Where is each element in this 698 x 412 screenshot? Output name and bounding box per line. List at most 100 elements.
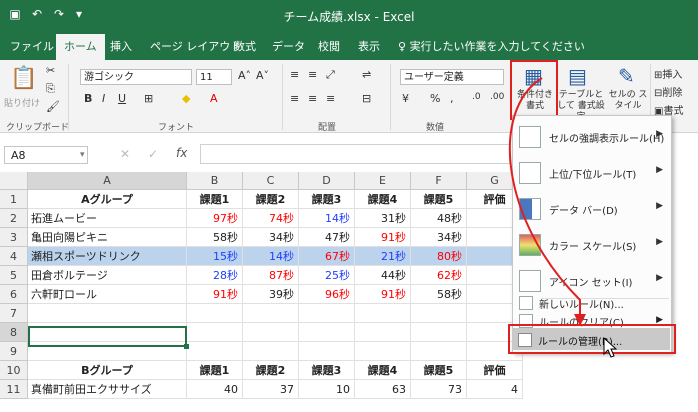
table-cell[interactable]: 37 xyxy=(243,380,299,399)
orientation-icon[interactable]: ⤢ xyxy=(326,68,335,82)
table-cell[interactable] xyxy=(355,342,411,361)
cell-styles-button[interactable]: セルの スタイル xyxy=(608,90,648,112)
table-cell[interactable]: 31秒 xyxy=(355,209,411,228)
italic-icon[interactable]: I xyxy=(102,92,105,105)
table-cell[interactable]: 67秒 xyxy=(299,247,355,266)
table-cell[interactable]: 田倉ボルテージ xyxy=(28,266,187,285)
insert-cells-button[interactable]: ⊞挿入 xyxy=(654,66,682,81)
table-cell[interactable]: 34秒 xyxy=(243,228,299,247)
table-cell[interactable] xyxy=(187,304,243,323)
align-left-icon[interactable]: ≡ xyxy=(290,92,299,105)
bold-icon[interactable]: B xyxy=(84,92,92,105)
table-cell[interactable]: 課題1 xyxy=(187,190,243,209)
table-cell[interactable]: 58秒 xyxy=(411,285,467,304)
table-cell[interactable] xyxy=(243,342,299,361)
align-center-icon[interactable]: ≡ xyxy=(308,92,317,105)
cell-styles-icon[interactable]: ✎ xyxy=(618,64,635,88)
table-cell[interactable]: 58秒 xyxy=(187,228,243,247)
table-cell[interactable]: 課題1 xyxy=(187,361,243,380)
table-cell[interactable] xyxy=(355,304,411,323)
paste-button[interactable]: 貼り付け xyxy=(4,96,40,109)
table-cell[interactable]: 39秒 xyxy=(243,285,299,304)
grow-font-icon[interactable]: A˄ xyxy=(238,69,251,82)
table-cell[interactable]: 課題5 xyxy=(411,361,467,380)
table-cell[interactable] xyxy=(299,342,355,361)
table-cell[interactable]: 96秒 xyxy=(299,285,355,304)
table-cell[interactable] xyxy=(411,342,467,361)
font-size-combo[interactable]: 11 xyxy=(196,69,232,85)
column-header[interactable]: F xyxy=(411,172,467,190)
select-all-corner[interactable] xyxy=(0,172,28,190)
table-cell[interactable]: 47秒 xyxy=(299,228,355,247)
table-cell[interactable]: Bグループ xyxy=(28,361,187,380)
table-cell[interactable]: 34秒 xyxy=(411,228,467,247)
cut-icon[interactable]: ✂ xyxy=(46,64,55,77)
tab-page-layout[interactable]: ページ レイアウト xyxy=(150,38,241,54)
currency-icon[interactable]: ¥ xyxy=(402,92,409,105)
font-name-combo[interactable]: 游ゴシック xyxy=(80,69,192,85)
table-cell[interactable]: 課題2 xyxy=(243,361,299,380)
format-painter-icon[interactable]: 🖌 xyxy=(46,100,60,113)
row-header[interactable]: 1 xyxy=(0,190,28,209)
comma-icon[interactable]: , xyxy=(450,92,454,105)
row-header[interactable]: 8 xyxy=(0,323,28,342)
tab-view[interactable]: 表示 xyxy=(358,38,380,54)
column-header[interactable]: B xyxy=(187,172,243,190)
table-cell[interactable] xyxy=(187,342,243,361)
table-cell[interactable]: 63 xyxy=(355,380,411,399)
wrap-text-icon[interactable]: ⇌ xyxy=(362,68,371,81)
table-cell[interactable] xyxy=(299,304,355,323)
table-cell[interactable]: 課題3 xyxy=(299,361,355,380)
table-cell[interactable] xyxy=(355,323,411,342)
row-header[interactable]: 10 xyxy=(0,361,28,380)
table-cell[interactable] xyxy=(243,323,299,342)
table-cell[interactable]: 10 xyxy=(299,380,355,399)
row-header[interactable]: 3 xyxy=(0,228,28,247)
row-header[interactable]: 2 xyxy=(0,209,28,228)
table-cell[interactable]: 91秒 xyxy=(355,228,411,247)
table-cell[interactable]: 80秒 xyxy=(411,247,467,266)
table-cell[interactable]: 課題4 xyxy=(355,361,411,380)
table-cell[interactable]: 25秒 xyxy=(299,266,355,285)
paste-icon[interactable]: 📋 xyxy=(10,66,37,91)
row-header[interactable]: 4 xyxy=(0,247,28,266)
table-cell[interactable]: 87秒 xyxy=(243,266,299,285)
row-header[interactable]: 9 xyxy=(0,342,28,361)
merge-center-icon[interactable]: ⊟ xyxy=(362,92,371,105)
tab-review[interactable]: 校閲 xyxy=(318,38,340,54)
row-header[interactable]: 5 xyxy=(0,266,28,285)
borders-icon[interactable]: ⊞ xyxy=(144,92,153,105)
copy-icon[interactable]: ⎘ xyxy=(46,82,55,96)
insert-function-icon[interactable]: fx xyxy=(176,146,187,160)
table-cell[interactable]: 14秒 xyxy=(243,247,299,266)
table-cell[interactable]: 44秒 xyxy=(355,266,411,285)
table-cell[interactable] xyxy=(243,304,299,323)
table-cell[interactable] xyxy=(299,323,355,342)
font-color-icon[interactable]: A xyxy=(210,92,218,105)
delete-cells-button[interactable]: ⊟削除 xyxy=(654,84,682,99)
table-cell[interactable]: 74秒 xyxy=(243,209,299,228)
align-middle-icon[interactable]: ≡ xyxy=(308,68,317,81)
table-cell[interactable]: 課題2 xyxy=(243,190,299,209)
tab-file[interactable]: ファイル xyxy=(10,38,54,54)
shrink-font-icon[interactable]: A˅ xyxy=(256,69,269,82)
table-cell[interactable]: 14秒 xyxy=(299,209,355,228)
tell-me-box[interactable]: ♀ 実行したい作業を入力してください xyxy=(398,38,585,54)
align-right-icon[interactable]: ≡ xyxy=(326,92,335,105)
fill-color-icon[interactable]: ◆ xyxy=(182,92,190,105)
table-cell[interactable]: 73 xyxy=(411,380,467,399)
table-cell[interactable]: 亀田向陽ピキニ xyxy=(28,228,187,247)
table-cell[interactable]: 91秒 xyxy=(187,285,243,304)
percent-icon[interactable]: % xyxy=(430,92,440,105)
table-cell[interactable]: Aグループ xyxy=(28,190,187,209)
row-header[interactable]: 11 xyxy=(0,380,28,399)
align-top-icon[interactable]: ≡ xyxy=(290,68,299,81)
table-cell[interactable]: 62秒 xyxy=(411,266,467,285)
table-cell[interactable]: 91秒 xyxy=(355,285,411,304)
column-header[interactable]: E xyxy=(355,172,411,190)
table-cell[interactable]: 瀬相スポーツドリンク xyxy=(28,247,187,266)
table-cell[interactable] xyxy=(411,304,467,323)
table-cell[interactable] xyxy=(187,323,243,342)
table-cell[interactable]: 課題4 xyxy=(355,190,411,209)
table-cell[interactable]: 15秒 xyxy=(187,247,243,266)
